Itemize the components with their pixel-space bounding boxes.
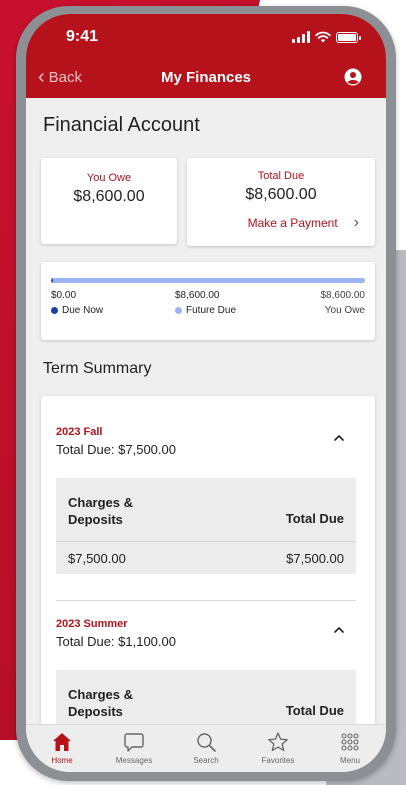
app-header: 9:41 ‹ Back My Finances	[26, 14, 386, 98]
you-owe-card: You Owe $8,600.00	[41, 158, 177, 244]
term-summary-title: Term Summary	[43, 360, 152, 377]
total-due-label: Total Due	[257, 170, 305, 182]
term-total: Total Due: $7,500.00	[56, 442, 176, 457]
nav-bar: ‹ Back My Finances	[26, 66, 386, 92]
legend-you-owe-label: You Owe	[324, 305, 365, 316]
term-total: Total Due: $1,100.00	[56, 634, 176, 649]
charges-header: Charges & Deposits	[68, 687, 134, 719]
total-due-amount: $8,600.00	[245, 186, 317, 203]
tab-label: Messages	[115, 756, 153, 765]
you-owe-amount: $8,600.00	[73, 188, 145, 205]
nav-title: My Finances	[160, 69, 252, 86]
progress-bar	[51, 278, 365, 283]
legend-due-now-label: Due Now	[62, 305, 104, 316]
make-payment-button[interactable]: Make a Payment ›	[187, 214, 375, 232]
total-due-card: Total Due $8,600.00 Make a Payment ›	[187, 158, 375, 246]
due-now-bar	[51, 278, 53, 283]
term-divider	[56, 600, 356, 601]
term-name: 2023 Fall	[56, 426, 103, 438]
main-content: Financial Account You Owe $8,600.00 Tota…	[26, 98, 386, 724]
status-icons	[292, 31, 361, 43]
status-time: 9:41	[66, 28, 99, 45]
chevron-right-icon: ›	[353, 214, 359, 231]
charges-value: $7,500.00	[68, 551, 126, 566]
phone-frame: 9:41 ‹ Back My Finances Financial Accoun…	[16, 6, 396, 781]
future-due-dot-icon	[175, 307, 182, 314]
tab-label: Favorites	[261, 756, 295, 765]
due-now-dot-icon	[51, 307, 58, 314]
charges-header: Charges & Deposits	[68, 495, 134, 527]
phone-screen: 9:41 ‹ Back My Finances Financial Accoun…	[26, 14, 386, 772]
page-title: Financial Account	[43, 114, 200, 136]
term-name: 2023 Summer	[56, 618, 128, 630]
profile-icon[interactable]	[344, 68, 362, 86]
tab-favorites[interactable]: Favorites	[242, 725, 314, 772]
future-due-value: $8,600.00	[175, 290, 220, 301]
tab-menu[interactable]: Menu	[314, 725, 386, 772]
chevron-up-icon[interactable]	[333, 624, 345, 636]
table-header: Charges & Deposits Total Due	[56, 478, 356, 542]
term-charges-table: Charges & Deposits Total Due	[56, 670, 356, 724]
total-due-header: Total Due	[285, 511, 344, 526]
tab-bar: Home Messages Search Favorites Menu	[26, 724, 386, 772]
home-icon	[53, 733, 71, 751]
term-summary-card: 2023 Fall Total Due: $7,500.00 Charges &…	[41, 396, 375, 724]
tab-home[interactable]: Home	[26, 725, 98, 772]
you-owe-value: $8,600.00	[320, 290, 366, 301]
you-owe-label: You Owe	[86, 172, 132, 184]
table-row: $7,500.00 $7,500.00	[56, 542, 356, 574]
status-bar: 9:41	[26, 26, 386, 50]
tab-label: Menu	[339, 756, 360, 765]
make-payment-label: Make a Payment	[247, 216, 338, 230]
grid-icon	[341, 733, 359, 751]
table-header: Charges & Deposits Total Due	[56, 670, 356, 724]
tab-search[interactable]: Search	[170, 725, 242, 772]
due-now-value: $0.00	[51, 290, 77, 301]
search-icon	[197, 733, 216, 752]
balance-progress-card: $0.00 $8,600.00 $8,600.00 Due Now Future…	[41, 262, 375, 340]
tab-label: Home	[51, 756, 73, 765]
tab-messages[interactable]: Messages	[98, 725, 170, 772]
future-due-bar	[51, 278, 365, 283]
legend-future-due-label: Future Due	[186, 305, 237, 316]
message-icon	[124, 733, 144, 752]
legend-due-now: Due Now	[51, 305, 103, 316]
tab-label: Search	[193, 756, 219, 765]
total-due-header: Total Due	[285, 703, 344, 718]
chevron-up-icon[interactable]	[333, 432, 345, 444]
legend-future-due: Future Due	[175, 305, 236, 316]
signal-icon	[292, 31, 310, 43]
star-icon	[268, 732, 288, 752]
total-due-value: $7,500.00	[286, 551, 344, 566]
battery-icon	[336, 32, 361, 43]
term-charges-table: Charges & Deposits Total Due $7,500.00 $…	[56, 478, 356, 574]
wifi-icon	[315, 31, 331, 43]
